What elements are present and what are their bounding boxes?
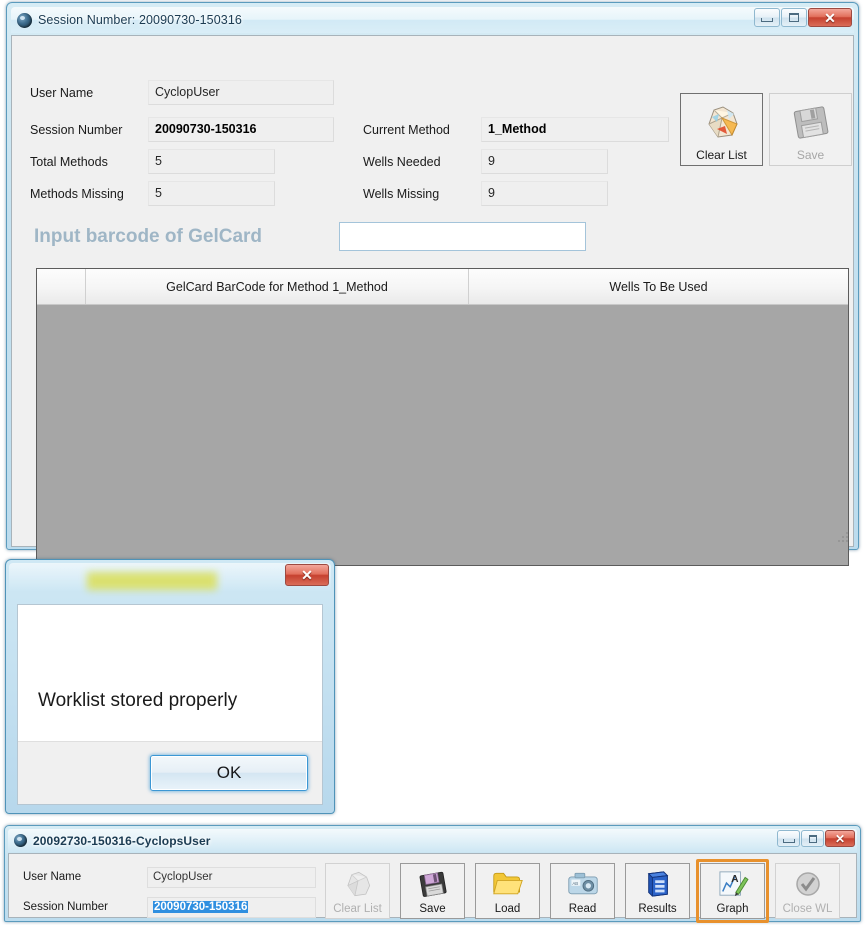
results-button[interactable]: Results [625,863,690,919]
grid-header-wells[interactable]: Wells To Be Used [469,269,848,304]
close-icon: ✕ [824,9,836,26]
read-button[interactable]: AB Read [550,863,615,919]
field-user-name[interactable]: CyclopUser [148,80,334,105]
clear-list-button[interactable]: Clear List [325,863,390,919]
field-session-number[interactable]: 20090730-150316 [148,117,334,142]
field-session-number[interactable]: 20090730-150316 [147,897,316,918]
worklist-toolbar-window: 20092730-150316-CyclopsUser ✕ User Name … [4,825,861,923]
results-label: Results [638,903,677,915]
crumpled-paper-icon [703,94,741,149]
message-dialog: ✕ Worklist stored properly OK [5,559,335,814]
redacted-title-highlight [87,572,217,590]
field-user-name[interactable]: CyclopUser [147,867,316,888]
clear-list-button[interactable]: Clear List [680,93,763,166]
field-methods-missing[interactable]: 5 [148,181,275,206]
barcode-input[interactable] [339,222,586,251]
dialog-footer: OK [18,741,322,804]
save-label: Save [419,903,446,915]
maximize-button[interactable] [781,8,807,27]
close-icon: ✕ [301,567,313,583]
camera-icon: AB [567,864,599,903]
field-current-method[interactable]: 1_Method [481,117,669,142]
dialog-message: Worklist stored properly [38,690,238,711]
label-wells-missing: Wells Missing [363,187,440,201]
grid-body[interactable] [37,305,848,565]
bottom-window-titlebar[interactable]: 20092730-150316-CyclopsUser ✕ [8,829,857,852]
maximize-icon [789,13,799,22]
bottom-window-controls: ✕ [776,830,855,847]
load-button[interactable]: Load [475,863,540,919]
gelcard-grid[interactable]: GelCard BarCode for Method 1_Method Well… [36,268,849,566]
minimize-icon [761,18,773,22]
close-wl-label: Close WL [782,903,833,915]
label-current-method: Current Method [363,123,450,137]
close-wl-button[interactable]: Close WL [775,863,840,919]
label-wells-needed: Wells Needed [363,155,441,169]
ok-button[interactable]: OK [150,755,308,791]
label-methods-missing: Methods Missing [30,187,124,201]
database-icon [643,864,673,903]
barcode-label: Input barcode of GelCard [34,226,263,247]
dialog-close-button[interactable]: ✕ [285,564,329,586]
floppy-disk-icon [791,94,831,149]
field-total-methods[interactable]: 5 [148,149,275,174]
clear-list-label: Clear List [696,148,747,162]
clear-list-label: Clear List [333,903,382,915]
bottom-window-title: 20092730-150316-CyclopsUser [33,833,211,848]
check-circle-icon [793,864,823,903]
field-wells-missing[interactable]: 9 [481,181,608,206]
save-button[interactable]: Save [400,863,465,919]
main-window-controls: ✕ [753,8,852,27]
dialog-client: Worklist stored properly OK [17,604,323,805]
label-user-name: User Name [30,86,94,100]
save-label: Save [796,148,825,162]
label-session-number: Session Number [30,123,123,137]
maximize-button[interactable] [801,830,824,847]
app-icon [14,834,27,847]
selected-text: 20090730-150316 [153,901,249,913]
grid-header-corner[interactable] [37,269,86,304]
grid-header-barcode[interactable]: GelCard BarCode for Method 1_Method [86,269,469,304]
bottom-window-client: User Name CyclopUser Session Number 2009… [8,853,857,923]
label-session-number: Session Number [23,901,109,913]
app-icon [17,12,32,28]
read-label: Read [568,903,597,915]
minimize-icon [782,839,795,843]
svg-text:A: A [731,874,739,885]
grid-header-row: GelCard BarCode for Method 1_Method Well… [37,269,848,305]
label-user-name: User Name [23,871,82,883]
svg-text:AB: AB [572,880,578,885]
dialog-titlebar[interactable]: ✕ [9,563,331,591]
chart-pen-icon: A [717,864,749,903]
dialog-controls: ✕ [284,564,329,586]
graph-button[interactable]: A Graph [700,863,765,919]
close-button[interactable]: ✕ [825,830,855,847]
main-window-title: Session Number: 20090730-150316 [38,13,242,27]
resize-grip-icon[interactable] [837,531,850,544]
maximize-icon [808,834,817,843]
field-wells-needed[interactable]: 9 [481,149,608,174]
main-window: Session Number: 20090730-150316 ✕ User N… [6,2,859,566]
minimize-button[interactable] [754,8,780,27]
load-label: Load [494,903,521,915]
open-folder-icon [492,864,524,903]
minimize-button[interactable] [777,830,800,847]
main-window-titlebar[interactable]: Session Number: 20090730-150316 ✕ [11,7,854,33]
label-total-methods: Total Methods [30,155,108,169]
close-button[interactable]: ✕ [808,8,852,27]
floppy-disk-icon [417,864,449,903]
main-window-client: User Name CyclopUser Session Number 2009… [11,35,854,566]
crumpled-paper-icon [343,864,373,903]
save-button[interactable]: Save [769,93,852,166]
graph-label: Graph [716,903,749,915]
close-icon: ✕ [834,831,846,846]
